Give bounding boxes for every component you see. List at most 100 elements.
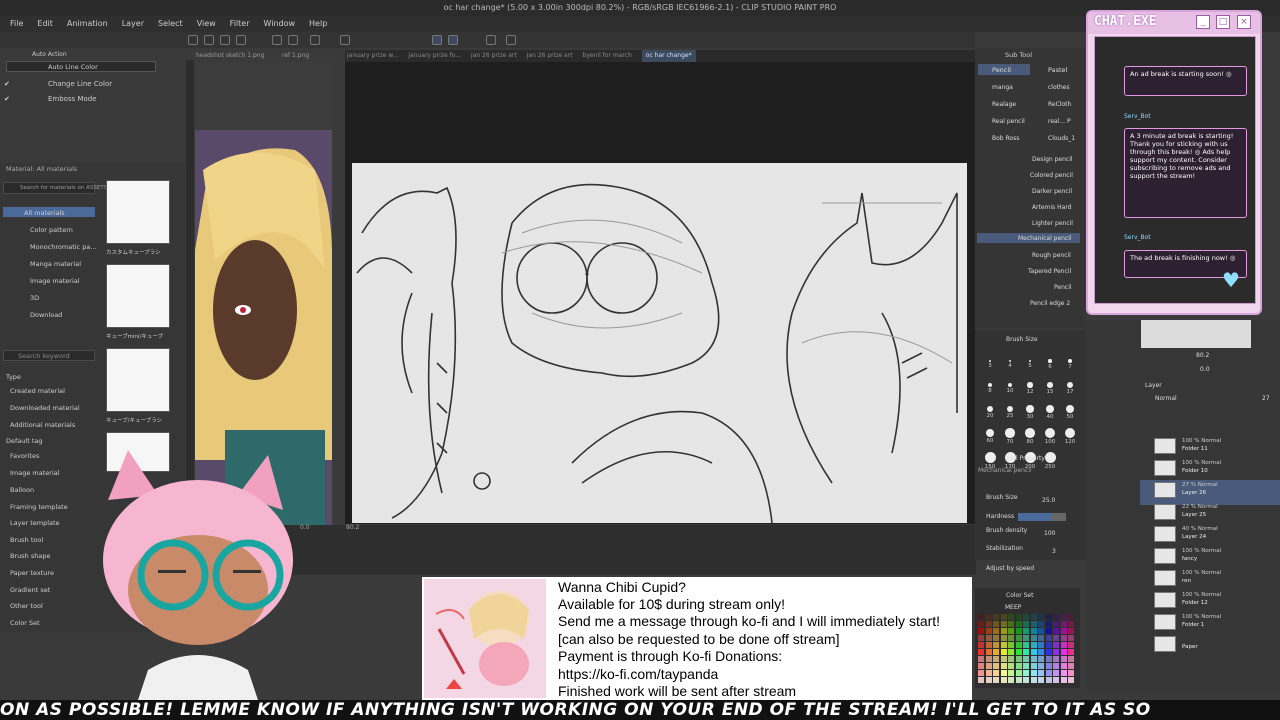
color-swatch[interactable] — [1023, 649, 1029, 655]
brush-set[interactable]: Real pencil — [992, 118, 1025, 125]
color-swatch[interactable] — [1030, 635, 1037, 641]
layer-row[interactable]: 22 % Normal Layer 25 — [1140, 502, 1280, 522]
color-swatch[interactable] — [1030, 621, 1037, 627]
color-swatch[interactable] — [1038, 677, 1044, 683]
drawing-canvas[interactable] — [352, 163, 967, 523]
brush-size-option[interactable]: 17 — [1060, 374, 1080, 398]
color-swatch[interactable] — [1008, 670, 1014, 676]
minimize-icon[interactable]: _ — [1196, 15, 1210, 29]
color-swatch[interactable] — [1060, 670, 1067, 676]
brush-size-option[interactable]: 4 — [1000, 350, 1020, 374]
menu-view[interactable]: View — [197, 16, 216, 32]
color-swatch[interactable] — [1023, 670, 1029, 676]
brush-size-option[interactable]: 40 — [1040, 398, 1060, 422]
color-swatch[interactable] — [1060, 642, 1067, 648]
ruler-snap-icon[interactable] — [448, 35, 458, 45]
brush-set[interactable]: ReCloth — [1048, 101, 1071, 108]
color-swatch[interactable] — [1008, 656, 1014, 662]
layer-row[interactable]: 100 % Normal Folder 11 — [1140, 436, 1280, 456]
brush-size-option[interactable]: 120 — [1060, 422, 1080, 446]
color-swatch[interactable] — [1008, 635, 1014, 641]
color-swatch[interactable] — [978, 656, 984, 662]
settings-icon[interactable] — [506, 35, 516, 45]
ref-tab[interactable]: headshot sketch 1.png — [196, 52, 264, 59]
color-swatch[interactable] — [1023, 635, 1029, 641]
color-swatch[interactable] — [978, 649, 984, 655]
layer-row[interactable]: 100 % Normal ren — [1140, 568, 1280, 588]
color-swatch[interactable] — [1053, 663, 1059, 669]
color-swatch[interactable] — [978, 642, 984, 648]
brush-size-option[interactable]: 5 — [1020, 350, 1040, 374]
menu-animation[interactable]: Animation — [67, 16, 108, 32]
color-swatch[interactable] — [1060, 649, 1067, 655]
color-swatch[interactable] — [1015, 649, 1022, 655]
color-swatch[interactable] — [1030, 649, 1037, 655]
tag-item[interactable]: Favorites — [10, 452, 39, 460]
color-swatch[interactable] — [993, 642, 999, 648]
color-swatch[interactable] — [1023, 614, 1029, 620]
navigator-zoom[interactable]: 80.2 — [1196, 352, 1209, 359]
color-swatch[interactable] — [993, 614, 999, 620]
color-swatch[interactable] — [993, 670, 999, 676]
color-swatch[interactable] — [985, 677, 992, 683]
brush-set[interactable]: real... P — [1048, 118, 1071, 125]
color-swatch[interactable] — [1008, 642, 1014, 648]
close-icon[interactable]: × — [1237, 15, 1251, 29]
brush-item[interactable]: Artemis Hard — [1032, 204, 1072, 211]
color-swatch[interactable] — [978, 635, 984, 641]
materials-tree-item[interactable]: Manga material — [30, 260, 81, 268]
color-swatch[interactable] — [1038, 656, 1044, 662]
doc-tab[interactable]: jan 26 prize art — [527, 50, 573, 62]
auto-action-tab[interactable]: Auto Action — [32, 51, 67, 58]
color-swatch[interactable] — [1008, 614, 1014, 620]
color-swatch[interactable] — [993, 621, 999, 627]
color-swatch[interactable] — [978, 663, 984, 669]
grid-icon[interactable] — [486, 35, 496, 45]
adjust-speed-checkbox[interactable]: Adjust by speed — [986, 565, 1034, 572]
color-swatch[interactable] — [1000, 670, 1007, 676]
color-swatch[interactable] — [1068, 642, 1074, 648]
clear-icon[interactable] — [310, 35, 320, 45]
color-swatch[interactable] — [1000, 635, 1007, 641]
type-item[interactable]: Additional materials — [10, 421, 75, 429]
color-swatch[interactable] — [1038, 635, 1044, 641]
brush-set[interactable]: clothes — [1048, 84, 1070, 91]
save-icon[interactable] — [220, 35, 230, 45]
layer-row[interactable]: 100 % Normal fancy — [1140, 546, 1280, 566]
color-swatch[interactable] — [1000, 656, 1007, 662]
materials-tree-item[interactable]: Color pattern — [30, 226, 73, 234]
materials-tree-item[interactable]: All materials — [24, 209, 65, 217]
tag-item[interactable]: Layer template — [10, 519, 60, 527]
tag-item[interactable]: Brush tool — [10, 536, 43, 544]
materials-tree-item[interactable]: Image material — [30, 277, 80, 285]
color-swatch[interactable] — [1068, 656, 1074, 662]
tag-item[interactable]: Other tool — [10, 602, 43, 610]
open-icon[interactable] — [204, 35, 214, 45]
fill-icon[interactable] — [340, 35, 350, 45]
color-swatch[interactable] — [1023, 621, 1029, 627]
color-swatch[interactable] — [1030, 642, 1037, 648]
brush-set[interactable]: manga — [992, 84, 1013, 91]
tag-item[interactable]: Paper texture — [10, 569, 54, 577]
menu-layer[interactable]: Layer — [122, 16, 144, 32]
tag-item[interactable]: Balloon — [10, 486, 34, 494]
color-swatch[interactable] — [1053, 670, 1059, 676]
auto-action-row[interactable]: Change Line Color — [48, 80, 112, 88]
color-swatch[interactable] — [985, 628, 992, 634]
material-thumbnail[interactable] — [106, 180, 170, 244]
color-swatch[interactable] — [1030, 628, 1037, 634]
color-swatch[interactable] — [1023, 656, 1029, 662]
blend-mode[interactable]: Normal — [1155, 395, 1177, 402]
stabilization-value[interactable]: 3 — [1052, 548, 1056, 555]
color-swatch[interactable] — [1068, 614, 1074, 620]
color-swatch[interactable] — [1015, 670, 1022, 676]
color-swatch[interactable] — [985, 614, 992, 620]
color-swatch[interactable] — [1060, 663, 1067, 669]
color-swatch[interactable] — [1000, 628, 1007, 634]
color-swatch[interactable] — [1015, 635, 1022, 641]
color-swatch[interactable] — [1030, 670, 1037, 676]
navigator-preview[interactable] — [1141, 320, 1251, 348]
brush-item[interactable]: Lighter pencil — [1032, 220, 1073, 227]
redo-icon[interactable] — [288, 35, 298, 45]
brush-set[interactable]: Clouds_1 — [1048, 135, 1075, 142]
